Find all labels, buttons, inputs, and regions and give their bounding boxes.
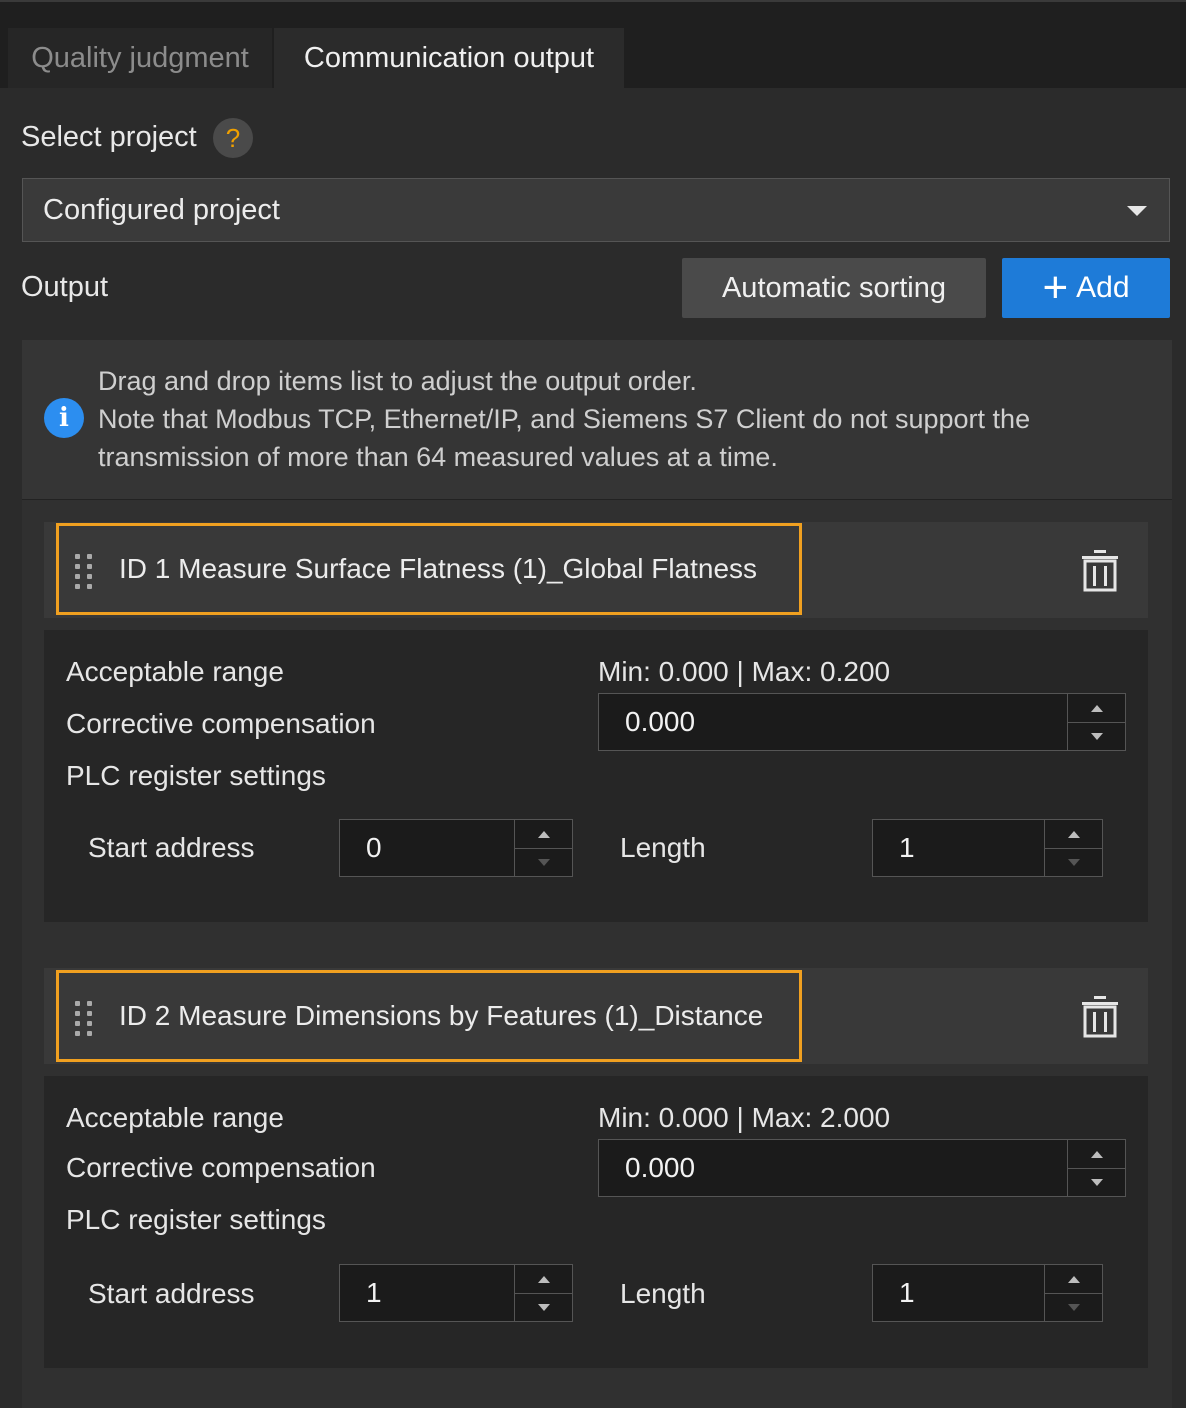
increment-icon[interactable]	[537, 831, 550, 838]
tab-communication-output[interactable]: Communication output	[274, 28, 624, 88]
stepper-arrows	[1067, 1140, 1125, 1196]
output-item-title-box[interactable]: ID 1 Measure Surface Flatness (1)_Global…	[56, 523, 802, 615]
decrement-icon[interactable]	[1067, 1304, 1080, 1311]
start-address-label: Start address	[88, 832, 255, 863]
plc-register-settings-label: PLC register settings	[66, 1204, 326, 1235]
compensation-stepper[interactable]: 0.000	[598, 1139, 1126, 1197]
acceptable-range-label: Acceptable range	[66, 656, 284, 687]
drag-handle-icon[interactable]	[75, 554, 99, 589]
notice-line-2: Note that Modbus TCP, Ethernet/IP, and S…	[98, 404, 1031, 434]
decrement-icon[interactable]	[1090, 1179, 1103, 1186]
drag-handle-icon[interactable]	[75, 1001, 99, 1036]
compensation-value: 0.000	[625, 1152, 696, 1183]
stepper-arrows	[1044, 820, 1102, 876]
length-label: Length	[620, 832, 706, 863]
start-address-value: 1	[366, 1277, 382, 1308]
stepper-arrows	[514, 820, 572, 876]
decrement-icon[interactable]	[1090, 733, 1103, 740]
output-label: Output	[21, 271, 109, 303]
corrective-compensation-label: Corrective compensation	[66, 708, 376, 739]
acceptable-range-label: Acceptable range	[66, 1102, 284, 1133]
stepper-arrows	[1044, 1265, 1102, 1321]
tab-quality-judgment[interactable]: Quality judgment	[8, 28, 272, 88]
notice-line-1: Drag and drop items list to adjust the o…	[98, 366, 697, 396]
help-icon[interactable]: ?	[213, 118, 253, 158]
select-project-label: Select project	[21, 121, 197, 153]
decrement-icon[interactable]	[1067, 859, 1080, 866]
output-item-title-box[interactable]: ID 2 Measure Dimensions by Features (1)_…	[56, 970, 802, 1062]
decrement-icon[interactable]	[537, 859, 550, 866]
acceptable-range-value: Min: 0.000 | Max: 0.200	[598, 656, 891, 687]
increment-icon[interactable]	[1067, 1276, 1080, 1283]
increment-icon[interactable]	[1067, 831, 1080, 838]
start-address-stepper[interactable]: 0	[339, 819, 573, 877]
automatic-sorting-button[interactable]: Automatic sorting	[682, 258, 986, 318]
notice-line-3: transmission of more than 64 measured va…	[98, 442, 778, 472]
length-stepper[interactable]: 1	[872, 819, 1103, 877]
project-select[interactable]: Configured project	[22, 178, 1170, 242]
decrement-icon[interactable]	[537, 1304, 550, 1311]
length-stepper[interactable]: 1	[872, 1264, 1103, 1322]
compensation-value: 0.000	[625, 706, 696, 737]
trash-icon[interactable]	[1080, 994, 1120, 1038]
increment-icon[interactable]	[1090, 705, 1103, 712]
acceptable-range-value: Min: 0.000 | Max: 2.000	[598, 1102, 891, 1133]
plc-register-settings-label: PLC register settings	[66, 760, 326, 791]
stepper-arrows	[514, 1265, 572, 1321]
compensation-stepper[interactable]: 0.000	[598, 693, 1126, 751]
plus-icon: +	[1042, 263, 1069, 312]
length-value: 1	[899, 832, 915, 863]
increment-icon[interactable]	[537, 1276, 550, 1283]
start-address-stepper[interactable]: 1	[339, 1264, 573, 1322]
trash-icon[interactable]	[1080, 548, 1120, 592]
increment-icon[interactable]	[1090, 1151, 1103, 1158]
start-address-value: 0	[366, 832, 382, 863]
info-icon: i	[44, 398, 84, 438]
add-button-label: Add	[1076, 271, 1130, 304]
project-select-value: Configured project	[43, 193, 280, 226]
output-item-title: ID 1 Measure Surface Flatness (1)_Global…	[119, 553, 758, 584]
output-item-title: ID 2 Measure Dimensions by Features (1)_…	[119, 1000, 764, 1031]
start-address-label: Start address	[88, 1278, 255, 1309]
chevron-down-icon	[1127, 206, 1147, 216]
stepper-arrows	[1067, 694, 1125, 750]
length-value: 1	[899, 1277, 915, 1308]
length-label: Length	[620, 1278, 706, 1309]
corrective-compensation-label: Corrective compensation	[66, 1152, 376, 1183]
add-button[interactable]: + Add	[1002, 258, 1170, 318]
